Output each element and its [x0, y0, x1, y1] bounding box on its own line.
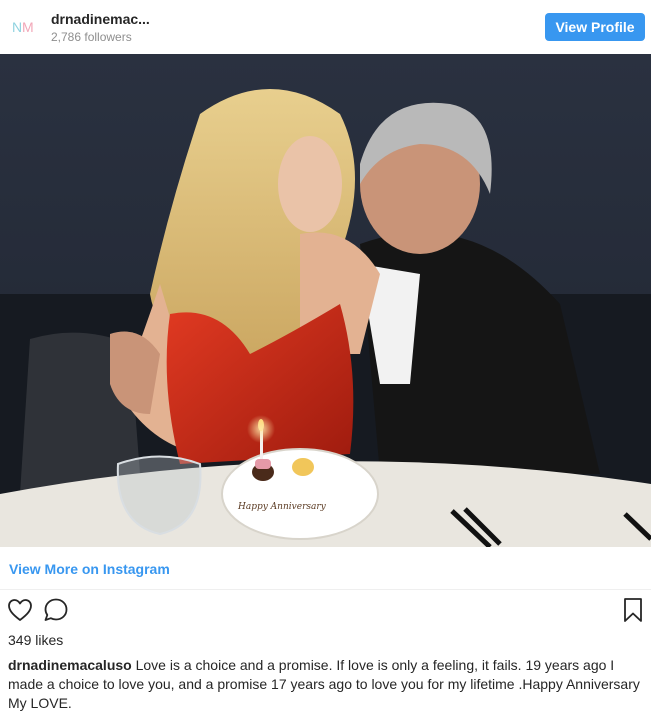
header-username[interactable]: drnadinemac...: [51, 11, 150, 27]
nm-logo-icon: N M: [12, 19, 34, 35]
cake-inscription: Happy Anniversary: [237, 502, 327, 512]
comment-icon: [44, 598, 68, 621]
save-button[interactable]: [619, 596, 647, 624]
comment-button[interactable]: [42, 596, 70, 624]
heart-icon: [8, 599, 32, 621]
action-row: [0, 596, 651, 626]
caption-username[interactable]: drnadinemacaluso: [8, 657, 132, 673]
view-more-link[interactable]: View More on Instagram: [9, 561, 170, 577]
anniversary-photo: Happy Anniversary: [0, 54, 651, 547]
view-profile-button[interactable]: View Profile: [545, 13, 645, 41]
likes-count[interactable]: 349 likes: [8, 632, 63, 648]
post-header: N M drnadinemac... 2,786 followers View …: [0, 0, 651, 54]
post-caption: drnadinemacaluso Love is a choice and a …: [8, 656, 644, 713]
divider: [0, 589, 651, 590]
avatar[interactable]: N M: [11, 14, 37, 40]
bookmark-icon: [624, 598, 642, 622]
svg-text:M: M: [22, 19, 34, 35]
post-photo[interactable]: Happy Anniversary: [0, 54, 651, 547]
like-button[interactable]: [6, 596, 34, 624]
svg-text:N: N: [12, 19, 22, 35]
followers-count: 2,786 followers: [51, 30, 132, 44]
